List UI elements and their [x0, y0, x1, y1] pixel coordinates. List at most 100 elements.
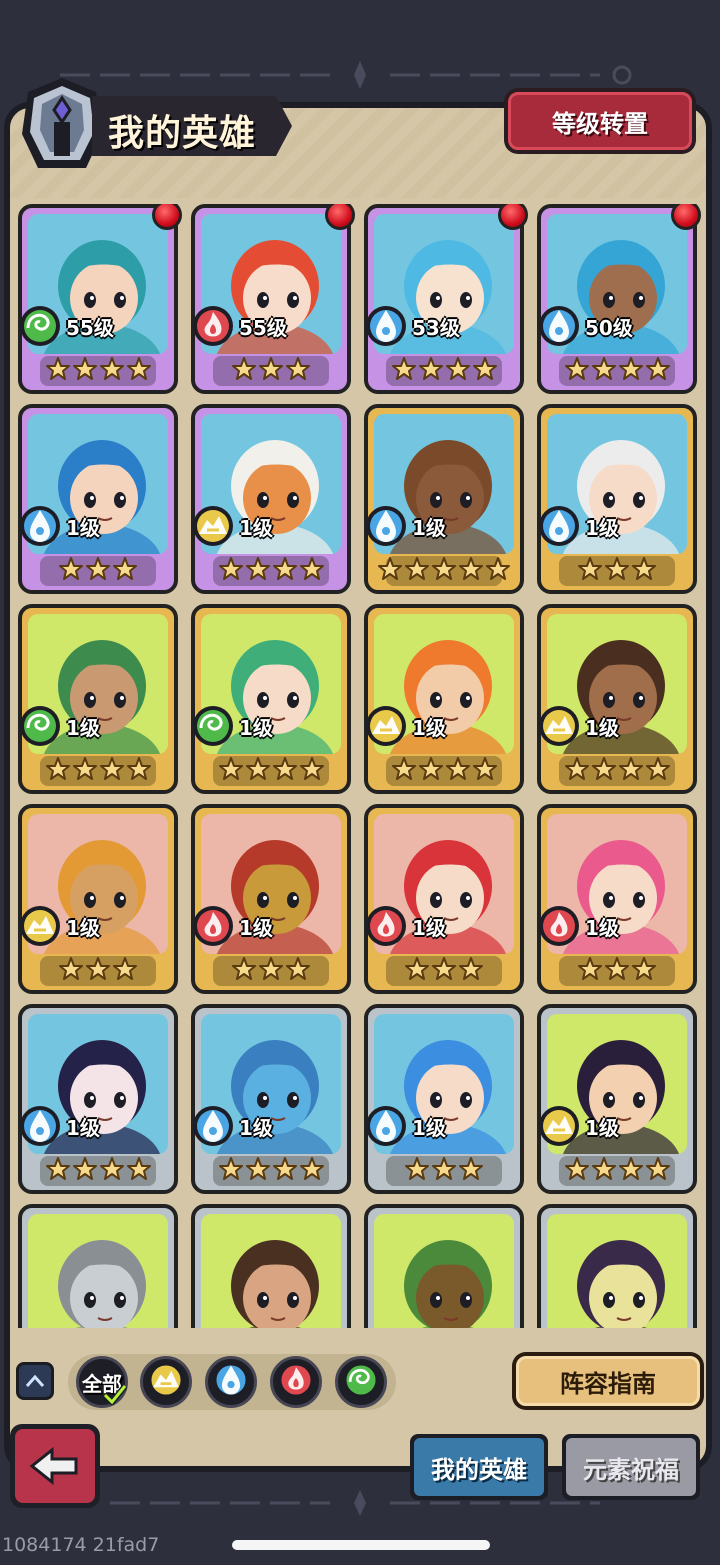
hero-level-badge: 1级 — [364, 706, 446, 746]
fire-element-icon — [276, 1360, 316, 1404]
hero-card[interactable]: 1级 — [18, 804, 178, 994]
hero-star-bar — [213, 556, 329, 586]
star-icon — [458, 1156, 484, 1186]
hero-level: 1级 — [239, 1115, 273, 1140]
hero-level-badge: 1级 — [191, 906, 273, 946]
star-icon — [99, 356, 125, 386]
hero-level-badge: 55级 — [18, 306, 114, 346]
hero-card[interactable] — [191, 1204, 351, 1328]
hero-level: 53级 — [412, 315, 460, 340]
hero-card[interactable]: 55级 — [18, 204, 182, 394]
star-icon — [272, 756, 298, 786]
star-icon — [299, 1156, 325, 1186]
hero-card[interactable]: 1级 — [191, 804, 351, 994]
hero-level-badge: 1级 — [364, 906, 446, 946]
star-icon — [564, 356, 590, 386]
filter-water[interactable] — [205, 1356, 257, 1408]
filter-fire[interactable] — [270, 1356, 322, 1408]
hero-card[interactable]: 1级 — [191, 1004, 351, 1194]
star-icon — [591, 756, 617, 786]
check-icon — [103, 1384, 127, 1405]
nature-element-icon — [341, 1360, 381, 1404]
hero-level: 50级 — [585, 315, 633, 340]
hero-level: 1级 — [585, 715, 619, 740]
star-icon — [591, 1156, 617, 1186]
star-icon — [99, 756, 125, 786]
hero-card[interactable]: 1级 — [364, 1004, 524, 1194]
hero-level: 1级 — [239, 715, 273, 740]
hero-card[interactable]: 1级 — [364, 404, 524, 594]
star-icon — [99, 1156, 125, 1186]
star-icon — [72, 1156, 98, 1186]
hero-level-badge: 1级 — [18, 1106, 100, 1146]
hero-star-bar — [559, 756, 675, 786]
hero-card[interactable]: 1级 — [537, 804, 697, 994]
filter-earth[interactable] — [140, 1356, 192, 1408]
hero-card[interactable] — [537, 1204, 697, 1328]
star-icon — [591, 356, 617, 386]
hero-level-badge: 1级 — [18, 506, 100, 546]
hero-level: 1级 — [66, 715, 100, 740]
star-icon — [445, 356, 471, 386]
hero-card[interactable] — [18, 1204, 178, 1328]
star-icon — [472, 756, 498, 786]
star-icon — [458, 956, 484, 986]
hero-card[interactable]: 1级 — [191, 404, 351, 594]
hero-level-badge: 1级 — [537, 506, 619, 546]
hero-grid[interactable]: 55级 55级 53级 50级 1级 1级 1级 1级 1级 1级 1级 1级 1级 1级 1级 1级 1级 1级… — [18, 204, 702, 1328]
hero-level-badge: 1级 — [537, 906, 619, 946]
lineup-guide-label: 阵容指南 — [516, 1356, 700, 1406]
hero-star-bar — [40, 756, 156, 786]
hero-level: 1级 — [239, 915, 273, 940]
star-icon — [231, 956, 257, 986]
filter-nature[interactable] — [335, 1356, 387, 1408]
hero-portrait — [201, 1214, 341, 1328]
hero-card[interactable]: 1级 — [191, 604, 351, 794]
debug-text: 1084174 21fad7 — [2, 1534, 160, 1556]
back-arrow-icon — [29, 1446, 78, 1486]
water-element-icon — [211, 1360, 251, 1404]
water-element-icon — [18, 1104, 62, 1148]
hero-card[interactable]: 1级 — [18, 1004, 178, 1194]
hero-star-bar — [559, 956, 675, 986]
star-icon — [45, 756, 71, 786]
hero-level: 1级 — [585, 915, 619, 940]
hero-level-badge: 53级 — [364, 306, 460, 346]
lineup-guide-button[interactable]: 阵容指南 — [512, 1352, 704, 1410]
hero-card[interactable]: 53级 — [364, 204, 528, 394]
star-icon — [564, 1156, 590, 1186]
hero-card[interactable]: 1级 — [537, 1004, 697, 1194]
fire-element-icon — [191, 904, 235, 948]
earth-element-icon — [537, 1104, 581, 1148]
collapse-button[interactable] — [16, 1362, 54, 1400]
hero-star-bar — [40, 1156, 156, 1186]
hero-card[interactable]: 1级 — [18, 604, 178, 794]
hero-card[interactable] — [364, 1204, 524, 1328]
filter-all[interactable]: 全部 — [76, 1356, 128, 1408]
star-icon — [618, 356, 644, 386]
hero-card[interactable]: 1级 — [537, 604, 697, 794]
hero-card[interactable]: 1级 — [364, 804, 524, 994]
hero-card[interactable]: 1级 — [18, 404, 178, 594]
home-indicator[interactable] — [232, 1540, 490, 1550]
hero-card[interactable]: 50级 — [537, 204, 701, 394]
star-icon — [645, 1156, 671, 1186]
hero-level-badge: 1级 — [191, 706, 273, 746]
star-icon — [112, 956, 138, 986]
nature-element-icon — [18, 704, 62, 748]
star-icon — [391, 756, 417, 786]
star-icon — [431, 556, 457, 586]
hero-level: 1级 — [412, 915, 446, 940]
hero-portrait — [28, 1214, 168, 1328]
star-icon — [604, 556, 630, 586]
hero-star-bar — [559, 556, 675, 586]
hero-card[interactable]: 55级 — [191, 204, 355, 394]
star-icon — [272, 1156, 298, 1186]
hero-level-badge: 1级 — [191, 506, 273, 546]
hero-card[interactable]: 1级 — [537, 404, 697, 594]
hero-star-bar — [386, 956, 502, 986]
water-element-icon — [364, 504, 408, 548]
earth-element-icon — [146, 1360, 186, 1404]
hero-card[interactable]: 1级 — [364, 604, 524, 794]
level-reset-button[interactable]: 等级转置 — [504, 88, 696, 154]
